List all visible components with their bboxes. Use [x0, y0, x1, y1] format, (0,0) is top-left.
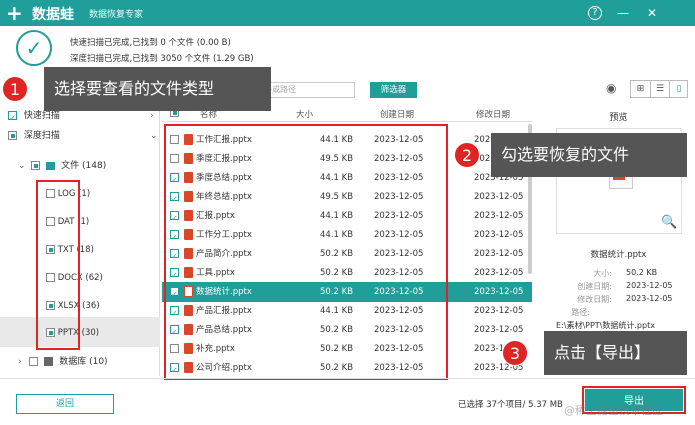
callout-2-text: 勾选要恢复的文件: [501, 145, 630, 164]
step-1-badge: 1: [2, 76, 28, 102]
callout-3-text: 点击【导出】: [554, 343, 651, 362]
close-button[interactable]: ✕: [644, 4, 660, 22]
minimize-button[interactable]: —: [614, 4, 632, 22]
watermark: @稀土掘金技术社区: [564, 404, 663, 417]
step-2-badge: 2: [454, 142, 480, 168]
deep-scan-status: 深度扫描已完成,已找到 3050 个文件 (1.29 GB): [70, 54, 254, 64]
back-button[interactable]: 返回: [16, 394, 114, 414]
callout-1: 选择要查看的文件类型: [44, 67, 271, 111]
header-created[interactable]: 创建日期: [380, 108, 414, 120]
preview-modified: 2023-12-05: [626, 294, 673, 303]
selection-info: 已选择 37个项目/ 5.37 MB: [458, 400, 563, 410]
chevron-down-icon: ⌄: [150, 131, 158, 141]
preview-path: E:\素材\PPT\数据统计.pptx: [556, 321, 655, 330]
database-checkbox[interactable]: [29, 357, 39, 366]
preview-path-label: 路径:: [571, 308, 590, 317]
view-toggle-group: ⊞ ☰ ▯: [630, 80, 688, 98]
database-icon: [44, 357, 54, 366]
preview-created: 2023-12-05: [626, 281, 673, 290]
sidebar-database[interactable]: › 数据库 (10): [0, 352, 160, 372]
eye-icon[interactable]: ◉: [606, 81, 616, 95]
row-modified: 2023-12-05: [474, 211, 524, 221]
preview-view-icon[interactable]: ▯: [669, 81, 688, 97]
title-bar: + 数据蛙 数据恢复专家 ? — ✕: [0, 0, 695, 26]
database-label: 数据库 (10): [59, 357, 108, 367]
deep-scan-checkbox[interactable]: [8, 131, 17, 140]
row-modified: 2023-12-05: [474, 268, 524, 278]
row-modified: 2023-12-05: [474, 249, 524, 259]
quick-scan-checkbox[interactable]: [8, 109, 17, 129]
list-view-icon[interactable]: ☰: [650, 81, 669, 97]
step-3-badge: 3: [502, 340, 528, 366]
row-modified: 2023-12-05: [474, 287, 524, 297]
row-modified: 2023-12-05: [474, 230, 524, 240]
row-modified: 2023-12-05: [474, 192, 524, 202]
sidebar-deep-scan[interactable]: 深度扫描 ⌄: [0, 126, 160, 146]
app-logo-icon: +: [6, 1, 23, 25]
grid-view-icon[interactable]: ⊞: [631, 81, 650, 97]
folder-icon: [46, 161, 56, 170]
zoom-icon[interactable]: 🔍: [661, 215, 677, 230]
preview-size: 50.2 KB: [626, 268, 658, 277]
row-modified: 2023-12-05: [474, 325, 524, 335]
file-group-checkbox[interactable]: [31, 161, 41, 170]
row-modified: 2023-12-05: [474, 306, 524, 316]
preview-created-label: 创建日期:: [577, 282, 612, 291]
header-modified[interactable]: 修改日期: [476, 108, 510, 120]
callout-3: 点击【导出】: [544, 331, 687, 375]
help-icon[interactable]: ?: [588, 6, 602, 20]
deep-scan-label: 深度扫描: [23, 131, 60, 141]
quick-scan-label: 快速扫描: [23, 111, 60, 121]
filter-button[interactable]: 筛选器: [370, 82, 417, 98]
preview-modified-label: 修改日期:: [577, 295, 612, 304]
types-highlight-box: [36, 180, 80, 350]
expand-down-icon[interactable]: ⌄: [18, 161, 26, 171]
preview-size-label: 大小:: [593, 269, 612, 278]
callout-1-text: 选择要查看的文件类型: [54, 79, 215, 98]
scan-complete-icon: ✓: [16, 30, 52, 66]
quick-scan-status: 快速扫描已完成,已找到 0 个文件 (0.00 B): [70, 38, 231, 48]
app-subtitle: 数据恢复专家: [89, 10, 144, 20]
header-size[interactable]: 大小: [296, 108, 313, 120]
app-name: 数据蛙: [32, 7, 74, 23]
callout-2: 勾选要恢复的文件: [491, 133, 687, 177]
preview-filename: 数据统计.pptx: [590, 250, 647, 260]
rows-highlight-box: [164, 124, 448, 380]
preview-title: 预览: [609, 113, 628, 123]
file-group-label: 文件 (148): [61, 161, 107, 171]
sidebar-file-group[interactable]: ⌄ 文件 (148): [0, 156, 160, 176]
expand-right-icon[interactable]: ›: [18, 357, 22, 367]
